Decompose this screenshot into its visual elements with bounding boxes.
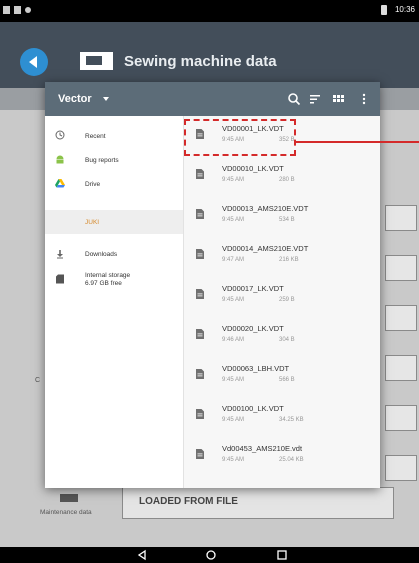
file-time: 9:45 AM: [222, 417, 245, 423]
file-size: 259 B: [279, 297, 295, 303]
file-item[interactable]: VD00063_LBH.VDT 9:45 AM 566 B: [184, 356, 380, 396]
background-label: C: [35, 377, 41, 384]
file-name: VD00063_LBH.VDT: [222, 364, 290, 373]
notification-icon: [3, 6, 10, 14]
drawer-item-internal-storage[interactable]: Internal storage 6.97 GB free: [45, 266, 183, 298]
file-size: 216 KB: [279, 257, 299, 263]
clock-icon: [55, 130, 65, 140]
drawer-item-downloads[interactable]: Downloads: [45, 244, 183, 266]
file-size: 34.25 KB: [279, 417, 304, 423]
file-name: VD00010_LK.VDT: [222, 164, 284, 173]
file-time: 9:45 AM: [222, 457, 245, 463]
file-size: 280 B: [279, 177, 295, 183]
system-nav-bar: [0, 547, 419, 563]
app-bar: Sewing machine data: [0, 22, 419, 88]
file-list: VD00001_LK.VDT 9:45 AM 352 B VD00010_LK.…: [184, 116, 380, 488]
search-icon[interactable]: [287, 92, 301, 106]
nav-back-icon[interactable]: [136, 549, 148, 561]
file-item[interactable]: VD00020_LK.VDT 9:46 AM 304 B: [184, 316, 380, 356]
drawer-item-juki[interactable]: JUKI: [45, 210, 183, 234]
document-icon: [196, 329, 204, 339]
file-name: Vd00453_AMS210E.vdt: [222, 444, 303, 453]
drawer-item-label: Recent: [85, 133, 106, 140]
drawer-item-bug-reports[interactable]: Bug reports: [45, 148, 183, 172]
file-time: 9:47 AM: [222, 257, 245, 263]
drawer-item-drive[interactable]: Drive: [45, 172, 183, 196]
drawer-item-label: JUKI: [85, 219, 100, 226]
document-icon: [196, 249, 204, 259]
drawer-item-label: Bug reports: [85, 157, 119, 164]
android-icon: [56, 155, 64, 164]
file-time: 9:46 AM: [222, 337, 245, 343]
sewing-machine-icon: [80, 52, 113, 70]
maintenance-label: Maintenance data: [40, 509, 92, 516]
file-name: VD00020_LK.VDT: [222, 324, 284, 333]
file-size: 534 B: [279, 217, 295, 223]
drawer-item-label: Drive: [85, 181, 101, 188]
file-name: VD00017_LK.VDT: [222, 284, 284, 293]
file-name: VD00014_AMS210E.VDT: [222, 244, 309, 253]
file-time: 9:45 AM: [222, 297, 245, 303]
file-size: 566 B: [279, 377, 295, 383]
file-item[interactable]: VD00010_LK.VDT 9:45 AM 280 B: [184, 156, 380, 196]
file-item[interactable]: VD00100_LK.VDT 9:45 AM 34.25 KB: [184, 396, 380, 436]
file-name: VD00100_LK.VDT: [222, 404, 284, 413]
callout-leader-line: [296, 141, 419, 143]
file-size: 25.04 KB: [279, 457, 304, 463]
dialog-toolbar: Vector: [45, 82, 380, 116]
loaded-from-file-label: LOADED FROM FILE: [139, 496, 238, 507]
more-options-icon[interactable]: [357, 92, 371, 106]
highlight-box: [184, 119, 296, 156]
drawer-item-sublabel: 6.97 GB free: [85, 280, 122, 287]
document-icon: [196, 369, 204, 379]
file-item[interactable]: VD00013_AMS210E.VDT 9:45 AM 534 B: [184, 196, 380, 236]
file-size: 304 B: [279, 337, 295, 343]
drawer-item-label: Internal storage: [85, 272, 131, 279]
loaded-from-file-button[interactable]: LOADED FROM FILE: [122, 487, 394, 519]
sd-card-icon: [56, 274, 64, 284]
file-time: 9:45 AM: [222, 177, 245, 183]
document-icon: [196, 409, 204, 419]
location-dropdown[interactable]: Vector: [58, 93, 92, 105]
file-item[interactable]: VD00014_AMS210E.VDT 9:47 AM 216 KB: [184, 236, 380, 276]
download-icon: [57, 250, 63, 259]
notification-icon: [14, 6, 21, 14]
background-button: [385, 455, 417, 481]
status-time: 10:36: [394, 5, 415, 14]
file-name: VD00013_AMS210E.VDT: [222, 204, 309, 213]
document-icon: [196, 209, 204, 219]
file-item[interactable]: VD00017_LK.VDT 9:45 AM 259 B: [184, 276, 380, 316]
drawer-item-recent[interactable]: Recent: [45, 124, 183, 148]
maintenance-icon: [60, 494, 78, 502]
drawer-item-label: Downloads: [85, 251, 118, 258]
background-button: [385, 305, 417, 331]
status-bar: 10:36: [0, 0, 419, 22]
sort-icon[interactable]: [308, 92, 322, 106]
dropdown-caret-icon[interactable]: [103, 97, 109, 101]
battery-icon: [381, 5, 387, 15]
roots-drawer: Recent Bug reports Drive JUKI Downloads …: [45, 116, 184, 488]
background-button: [385, 405, 417, 431]
background-button: [385, 355, 417, 381]
document-icon: [196, 449, 204, 459]
file-time: 9:45 AM: [222, 377, 245, 383]
file-time: 9:45 AM: [222, 217, 245, 223]
back-button[interactable]: [20, 48, 48, 76]
nav-home-icon[interactable]: [205, 549, 217, 561]
drive-icon: [55, 179, 65, 188]
file-item[interactable]: Vd00453_AMS210E.vdt 9:45 AM 25.04 KB: [184, 436, 380, 476]
document-icon: [196, 169, 204, 179]
grid-view-icon[interactable]: [331, 92, 345, 106]
document-icon: [196, 289, 204, 299]
back-arrow-icon: [29, 56, 37, 68]
page-title: Sewing machine data: [124, 53, 277, 70]
notification-icon: [25, 7, 31, 13]
background-button: [385, 205, 417, 231]
background-button: [385, 255, 417, 281]
nav-recents-icon[interactable]: [276, 549, 288, 561]
